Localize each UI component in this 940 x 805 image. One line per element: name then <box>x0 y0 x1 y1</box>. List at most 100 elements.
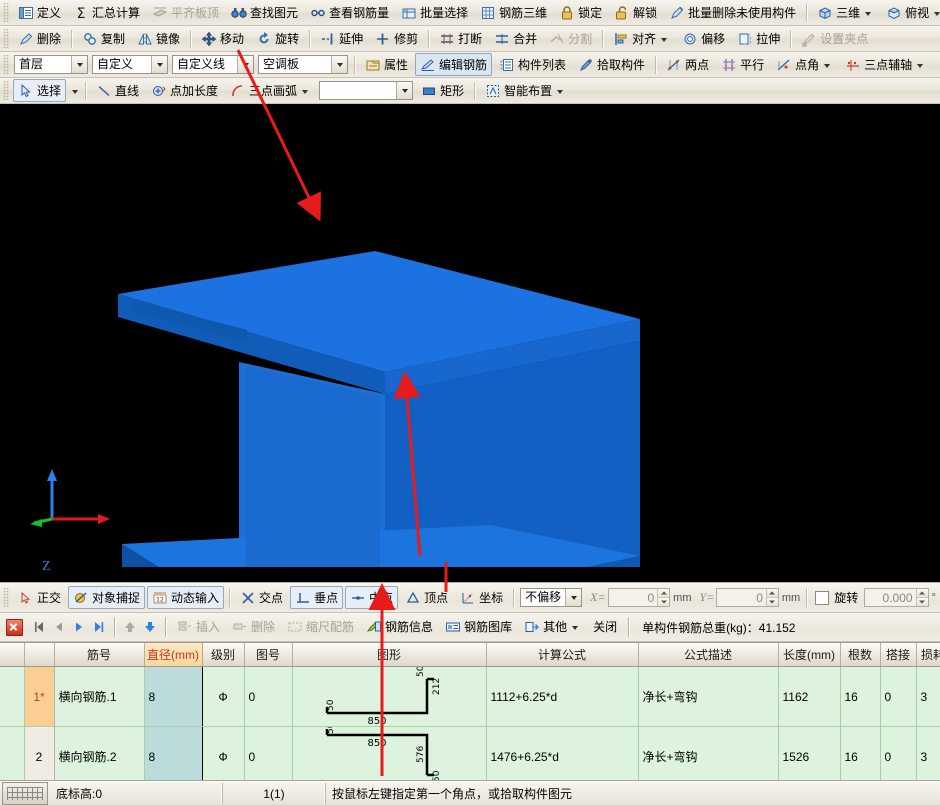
chevron-down-icon[interactable] <box>557 90 563 94</box>
toolbar-item-align[interactable]: 对齐 <box>608 27 675 50</box>
column-header-drawing-no[interactable]: 图号 <box>244 643 292 667</box>
close-icon[interactable] <box>6 619 23 636</box>
snap-item-coordinate[interactable]: 坐标 <box>455 586 508 609</box>
toolbar-item-select[interactable]: 选择 <box>13 79 66 102</box>
cell-formula[interactable]: 1112+6.25*d <box>486 667 638 727</box>
snap-item-object-snap[interactable]: 对象捕捉 <box>68 586 145 609</box>
column-header-grade[interactable]: 级别 <box>202 643 244 667</box>
move-down-button[interactable] <box>140 617 160 637</box>
toolbar-item-line[interactable]: 直线 <box>91 79 144 102</box>
toolbar-item-point-plus-length[interactable]: 点加长度 <box>146 79 223 102</box>
toolbar-item-batch-select[interactable]: 批量选择 <box>396 1 473 24</box>
column-header-shape[interactable]: 图形 <box>292 643 486 667</box>
first-record-button[interactable] <box>29 617 49 637</box>
rotate-spinner[interactable] <box>916 589 928 606</box>
y-coordinate-input[interactable]: 0 <box>716 588 779 607</box>
cell-loss[interactable]: 3 <box>916 727 940 787</box>
cell-grade[interactable]: Ф <box>202 727 244 787</box>
chevron-down-icon[interactable] <box>396 82 412 99</box>
component-type-select[interactable]: 自定义 <box>92 55 168 74</box>
toolbar-item-stretch[interactable]: 拉伸 <box>732 27 785 50</box>
next-record-button[interactable] <box>69 617 89 637</box>
toolbar-grip[interactable] <box>3 81 9 100</box>
toolbar-item-two-point-axis[interactable]: 两点 <box>661 53 714 76</box>
chevron-down-icon[interactable] <box>661 38 667 42</box>
table-row[interactable]: 1* 横向钢筋.1 8 Ф 0 50 50 <box>0 667 940 727</box>
chevron-down-icon[interactable] <box>237 56 253 73</box>
toolbar-item-3d-view[interactable]: 三维 <box>812 1 879 24</box>
rebar-item-rebar-info[interactable]: 钢筋信息 <box>361 616 438 639</box>
column-header-diameter[interactable]: 直径(mm) <box>144 643 202 667</box>
component-name-select[interactable]: 空调板 <box>258 55 348 74</box>
cell-diameter[interactable]: 8 <box>144 667 202 727</box>
column-header-formula-desc[interactable]: 公式描述 <box>638 643 778 667</box>
snap-item-vertex[interactable]: 顶点 <box>400 586 453 609</box>
cell-shape[interactable]: 50 50 212 850 <box>292 667 486 727</box>
toolbar-item-trim[interactable]: 修剪 <box>370 27 423 50</box>
toolbar-item-move[interactable]: 移动 <box>196 27 249 50</box>
toolbar-grip[interactable] <box>3 588 9 607</box>
toolbar-item-batch-delete-unused[interactable]: 批量删除未使用构件 <box>664 1 801 24</box>
row-index-cell[interactable]: 1* <box>24 667 54 727</box>
toolbar-item-copy[interactable]: 复制 <box>77 27 130 50</box>
chevron-down-icon[interactable] <box>865 12 871 16</box>
toolbar-item-break[interactable]: 打断 <box>434 27 487 50</box>
column-header-formula[interactable]: 计算公式 <box>486 643 638 667</box>
cell-drawing-no[interactable]: 0 <box>244 667 292 727</box>
toolbar-item-view-rebar-qty[interactable]: 查看钢筋量 <box>305 1 394 24</box>
offset-mode-select[interactable]: 不偏移 <box>520 588 582 607</box>
cell-count[interactable]: 16 <box>840 667 880 727</box>
toolbar-item-rebar-3d[interactable]: 钢筋三维 <box>475 1 552 24</box>
draw-mode-select[interactable] <box>319 81 413 100</box>
column-header-lap[interactable]: 搭接 <box>880 643 916 667</box>
chevron-down-icon[interactable] <box>934 12 940 16</box>
x-spinner[interactable] <box>657 589 669 606</box>
cell-formula-desc[interactable]: 净长+弯钩 <box>638 667 778 727</box>
toolbar-item-rectangle[interactable]: 矩形 <box>416 79 469 102</box>
toolbar-item-delete-axis[interactable]: 删除辅轴 <box>933 53 940 76</box>
toolbar-item-summary-calc[interactable]: Σ 汇总计算 <box>68 1 145 24</box>
toolbar-item-lock[interactable]: 锁定 <box>554 1 607 24</box>
cell-grade[interactable]: Ф <box>202 667 244 727</box>
component-subtype-select[interactable]: 自定义线 <box>172 55 254 74</box>
chevron-down-icon[interactable] <box>331 56 347 73</box>
move-up-button[interactable] <box>120 617 140 637</box>
row-index-cell[interactable]: 2 <box>24 727 54 787</box>
toolbar-item-three-point-axis[interactable]: 三点辅轴 <box>840 53 931 76</box>
toolbar-item-component-list[interactable]: 构件列表 <box>494 53 571 76</box>
last-record-button[interactable] <box>89 617 109 637</box>
rebar-item-other[interactable]: 其他 <box>519 616 586 639</box>
column-header-length[interactable]: 长度(mm) <box>778 643 840 667</box>
toolbar-item-top-view[interactable]: 俯视 <box>881 1 940 24</box>
toolbar-item-find-element[interactable]: 查找图元 <box>226 1 303 24</box>
cell-shape[interactable]: 50 576 50 850 <box>292 727 486 787</box>
toolbar-item-define[interactable]: 定义 <box>13 1 66 24</box>
snap-item-dynamic-input[interactable]: 12 动态输入 <box>147 586 224 609</box>
toolbar-item-parallel-axis[interactable]: 平行 <box>716 53 769 76</box>
snap-item-intersection[interactable]: 交点 <box>235 586 288 609</box>
cell-diameter[interactable]: 8 <box>144 727 202 787</box>
rotate-input[interactable]: 0.000 <box>864 588 928 607</box>
toolbar-item-unlock[interactable]: 解锁 <box>609 1 662 24</box>
chevron-down-icon[interactable] <box>151 56 167 73</box>
chevron-down-icon[interactable] <box>302 90 308 94</box>
column-header-rebar-no[interactable]: 筋号 <box>54 643 144 667</box>
x-coordinate-input[interactable]: 0 <box>608 588 671 607</box>
chevron-down-icon[interactable] <box>565 589 581 606</box>
cell-count[interactable]: 16 <box>840 727 880 787</box>
toolbar-item-properties[interactable]: 属性 <box>360 53 413 76</box>
toolbar-item-extend[interactable]: 延伸 <box>315 27 368 50</box>
chevron-down-icon[interactable] <box>72 90 78 94</box>
column-header-count[interactable]: 根数 <box>840 643 880 667</box>
column-header-loss[interactable]: 损耗 <box>916 643 940 667</box>
toolbar-item-pick-component[interactable]: 拾取构件 <box>573 53 650 76</box>
floor-select[interactable]: 首层 <box>14 55 88 74</box>
cell-drawing-no[interactable]: 0 <box>244 727 292 787</box>
toolbar-item-offset[interactable]: 偏移 <box>677 27 730 50</box>
rebar-item-rebar-library[interactable]: 钢筋图库 <box>440 616 517 639</box>
toolbar-item-point-angle[interactable]: 点角 <box>771 53 838 76</box>
toolbar-item-rotate[interactable]: 旋转 <box>251 27 304 50</box>
toolbar-item-three-point-arc[interactable]: 三点画弧 <box>225 79 316 102</box>
cell-rebar-no[interactable]: 横向钢筋.1 <box>54 667 144 727</box>
prev-record-button[interactable] <box>49 617 69 637</box>
